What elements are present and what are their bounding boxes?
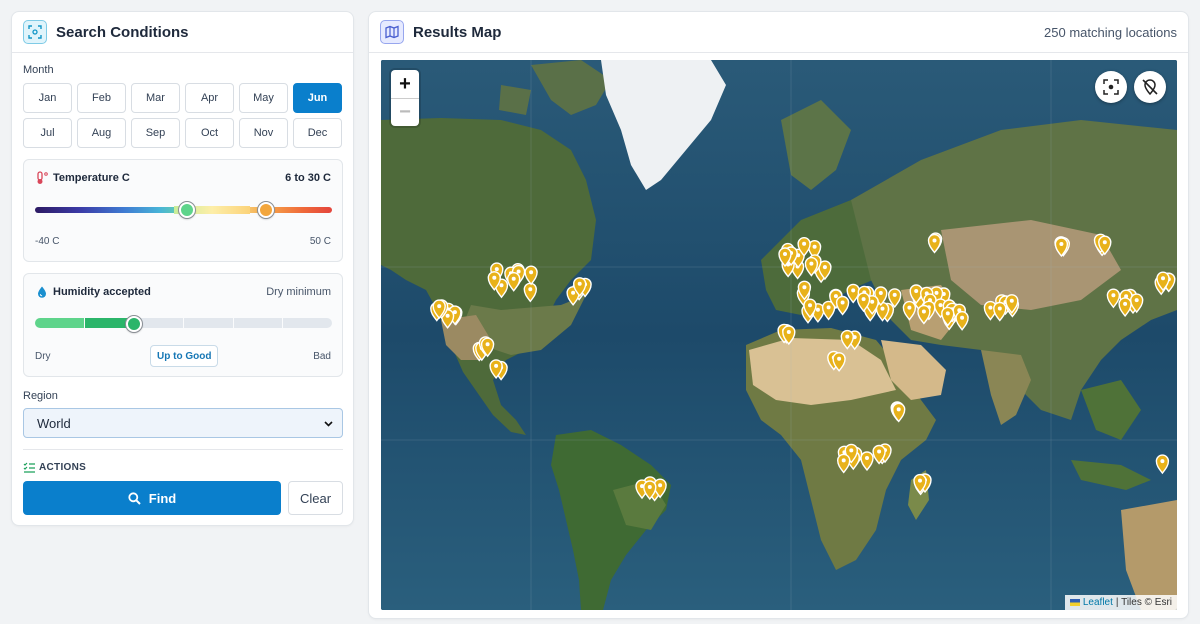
month-button-may[interactable]: May xyxy=(239,83,288,113)
results-panel-title: Results Map xyxy=(413,23,502,41)
location-marker[interactable] xyxy=(1106,288,1121,309)
search-icon xyxy=(128,491,141,505)
month-selector: Jan Feb Mar Apr May Jun Jul Aug Sep Oct Nov Dec xyxy=(23,83,343,148)
humidity-segment xyxy=(233,318,283,328)
month-button-feb[interactable]: Feb xyxy=(77,83,126,113)
temperature-max-label: 50 C xyxy=(309,236,331,247)
map-attribution: Leaflet | Tiles © Esri xyxy=(1064,595,1177,610)
actions-label: ACTIONS xyxy=(39,462,87,473)
humidity-level-badge: Up to Good xyxy=(150,345,219,367)
humidity-mode: Dry minimum xyxy=(266,286,331,298)
humidity-bad-label: Bad xyxy=(313,351,331,362)
location-marker[interactable] xyxy=(927,233,942,254)
ukraine-flag-icon xyxy=(1069,599,1080,606)
location-marker[interactable] xyxy=(506,272,521,292)
marker-layer xyxy=(430,232,1176,502)
humidity-title: Humidity accepted xyxy=(53,286,151,298)
month-button-apr[interactable]: Apr xyxy=(185,83,234,113)
temperature-title: Temperature C xyxy=(53,172,130,184)
month-button-oct[interactable]: Oct xyxy=(185,118,234,148)
location-marker[interactable] xyxy=(1155,454,1170,475)
find-button-label: Find xyxy=(148,490,177,506)
droplet-icon xyxy=(38,286,46,298)
month-label: Month xyxy=(23,64,54,76)
clear-button[interactable]: Clear xyxy=(288,481,343,515)
actions-divider xyxy=(23,449,343,450)
location-marker[interactable] xyxy=(524,265,538,286)
results-panel-header: Results Map 250 matching locations xyxy=(369,12,1188,53)
leaflet-link[interactable]: Leaflet xyxy=(1083,597,1113,608)
search-panel-title: Search Conditions xyxy=(56,23,189,41)
month-button-sep[interactable]: Sep xyxy=(131,118,180,148)
humidity-segment xyxy=(184,318,233,328)
month-button-jul[interactable]: Jul xyxy=(23,118,72,148)
location-marker[interactable] xyxy=(837,453,851,474)
month-button-jan[interactable]: Jan xyxy=(23,83,72,113)
temperature-max-handle[interactable] xyxy=(258,202,274,218)
location-marker[interactable] xyxy=(523,282,538,303)
temperature-card: Temperature C 6 to 30 C -40 C 50 C xyxy=(23,159,343,262)
location-marker[interactable] xyxy=(917,304,931,325)
find-button[interactable]: Find xyxy=(23,481,281,515)
search-panel-header: Search Conditions xyxy=(12,12,353,53)
search-conditions-panel: Search Conditions Month Jan Feb Mar Apr May J… xyxy=(11,11,354,526)
location-marker[interactable] xyxy=(955,311,969,331)
humidity-card: Humidity accepted Dry minimum Dry Up to … xyxy=(23,273,343,377)
month-button-aug[interactable]: Aug xyxy=(77,118,126,148)
region-label: Region xyxy=(23,390,58,402)
location-marker[interactable] xyxy=(902,300,917,321)
zoom-control: + − xyxy=(391,70,419,126)
humidity-segment xyxy=(283,318,333,328)
humidity-handle[interactable] xyxy=(126,316,142,332)
month-button-nov[interactable]: Nov xyxy=(239,118,288,148)
location-marker[interactable] xyxy=(892,402,906,423)
results-map[interactable]: + − Leaflet | Tiles © Esri xyxy=(381,60,1177,610)
focus-search-icon xyxy=(23,20,47,44)
zoom-in-button[interactable]: + xyxy=(391,70,419,98)
crosshair-focus-icon xyxy=(1103,79,1119,95)
month-button-mar[interactable]: Mar xyxy=(131,83,180,113)
temperature-min-handle[interactable] xyxy=(178,202,195,218)
location-marker[interactable] xyxy=(1118,297,1132,318)
region-select[interactable]: World xyxy=(23,408,343,438)
chevron-down-icon xyxy=(324,421,333,427)
humidity-segment xyxy=(35,318,84,328)
zoom-out-button[interactable]: − xyxy=(391,98,419,126)
results-map-panel: Results Map 250 matching locations + − L… xyxy=(368,11,1189,619)
humidity-track[interactable] xyxy=(35,318,333,328)
location-marker[interactable] xyxy=(835,295,850,316)
location-marker[interactable] xyxy=(860,451,874,472)
month-button-jun[interactable]: Jun xyxy=(293,83,342,113)
locate-button[interactable] xyxy=(1095,71,1127,103)
match-count: 250 matching locations xyxy=(1044,24,1177,40)
temperature-min-label: -40 C xyxy=(35,236,60,247)
map-pin-off-icon xyxy=(1142,79,1158,96)
humidity-dry-label: Dry xyxy=(35,351,51,362)
checklist-icon xyxy=(23,462,35,473)
map-icon xyxy=(380,20,404,44)
region-selected-value: World xyxy=(37,415,71,431)
hide-markers-button[interactable] xyxy=(1134,71,1166,103)
tiles-attribution: | Tiles © Esri xyxy=(1115,597,1172,608)
thermometer-icon xyxy=(37,171,48,184)
month-button-dec[interactable]: Dec xyxy=(293,118,342,148)
location-marker[interactable] xyxy=(993,301,1007,322)
temperature-value: 6 to 30 C xyxy=(285,172,331,184)
